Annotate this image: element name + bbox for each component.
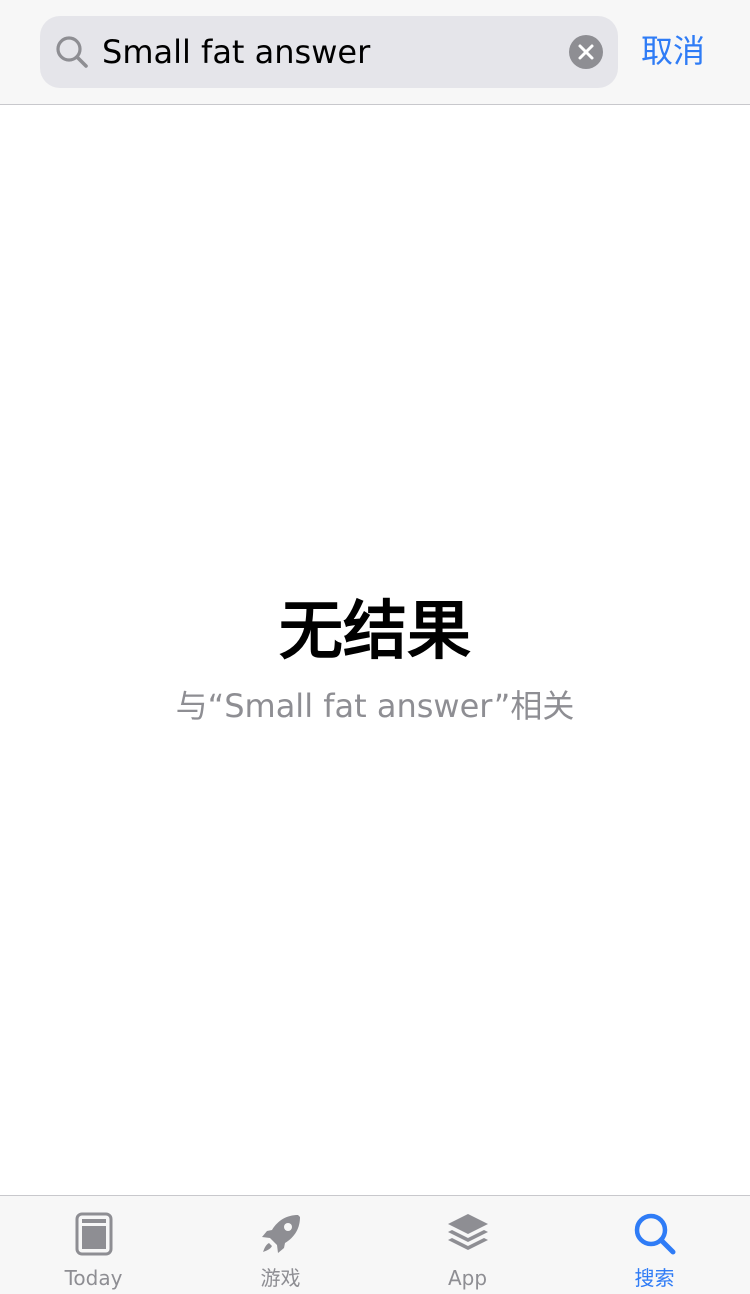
search-input[interactable] — [102, 16, 542, 88]
no-results-title: 无结果 — [279, 595, 471, 669]
today-icon — [75, 1212, 112, 1256]
app-stack-icon — [447, 1214, 488, 1250]
cancel-button[interactable]: 取消 — [641, 28, 705, 74]
tab-search-label: 搜索 — [634, 1266, 675, 1290]
search-field[interactable] — [40, 16, 618, 88]
tab-bar: Today 游戏 App 搜索 — [0, 1195, 750, 1294]
tab-search[interactable]: 搜索 — [561, 1196, 748, 1294]
search-icon — [56, 36, 88, 68]
clear-search-button[interactable] — [569, 35, 603, 69]
tab-today[interactable]: Today — [0, 1196, 187, 1294]
tab-today-label: Today — [64, 1266, 123, 1290]
app-store-search-screen: 取消 无结果 与“Small fat answer”相关 Today 游戏 — [0, 0, 750, 1294]
search-header: 取消 — [0, 0, 750, 105]
tab-apps-label: App — [447, 1266, 488, 1290]
rocket-icon — [261, 1215, 300, 1253]
search-icon — [634, 1213, 675, 1255]
clear-icon — [578, 44, 594, 60]
tab-apps[interactable]: App — [374, 1196, 561, 1294]
tab-games[interactable]: 游戏 — [187, 1196, 374, 1294]
tab-games-label: 游戏 — [260, 1266, 301, 1290]
no-results-subtitle: 与“Small fat answer”相关 — [175, 687, 575, 725]
